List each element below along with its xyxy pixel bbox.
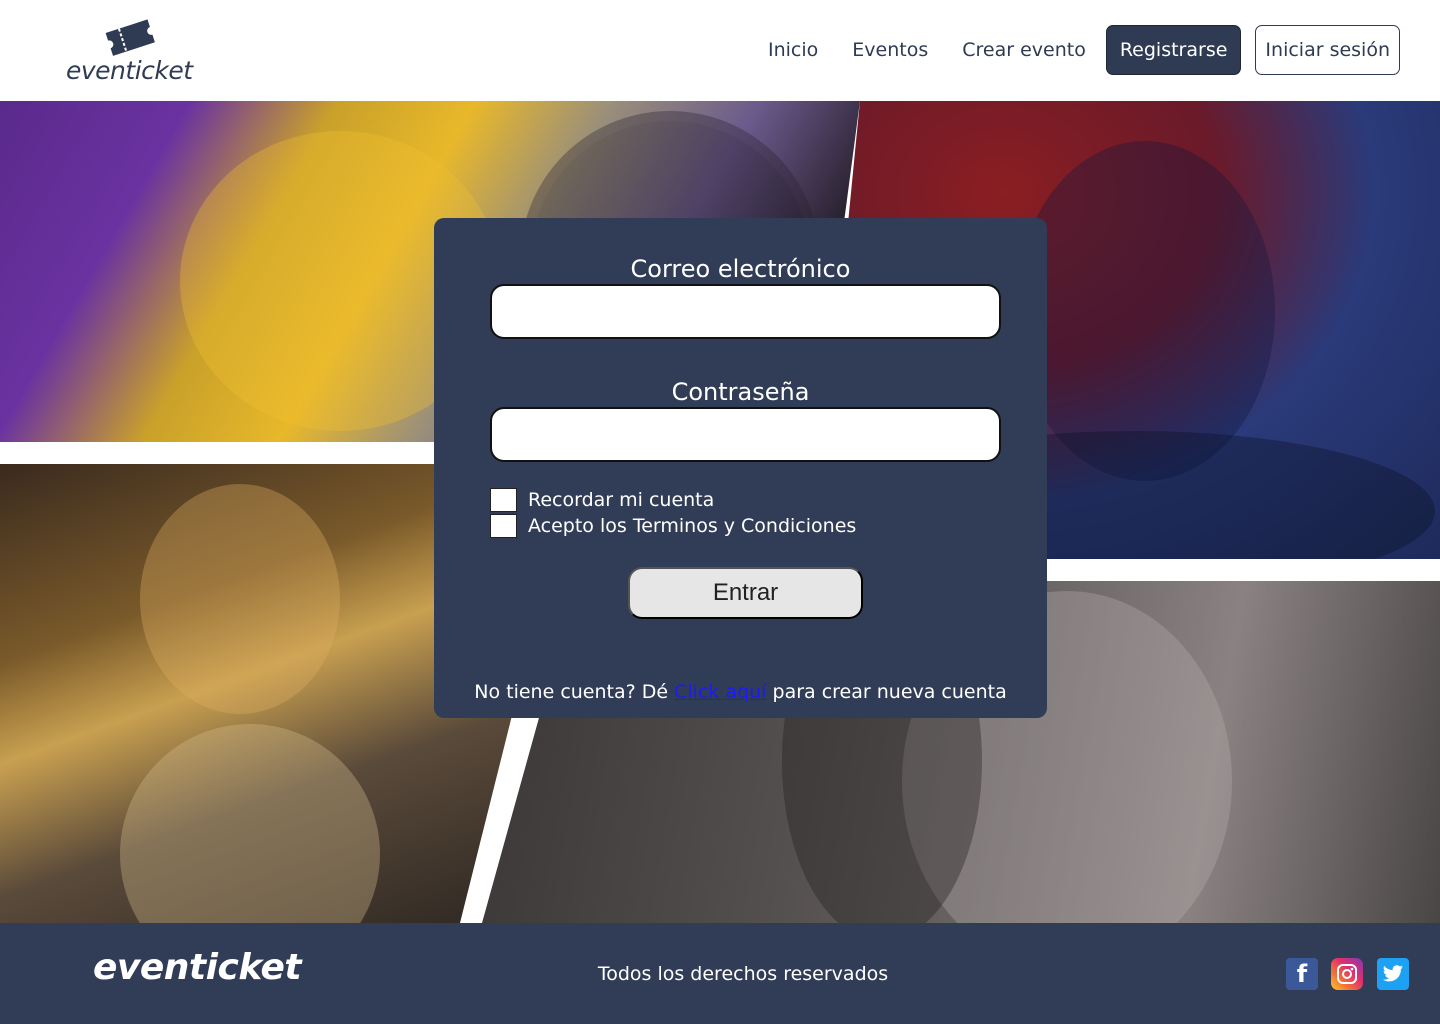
instagram-glyph [1337,964,1357,984]
remember-row[interactable]: Recordar mi cuenta [490,488,714,512]
login-button[interactable]: Iniciar sesión [1255,25,1400,75]
signup-prompt: No tiene cuenta? Dé Click aquí para crea… [434,681,1047,703]
email-label: Correo electrónico [630,255,851,283]
register-button[interactable]: Registrarse [1105,25,1242,75]
photo-shape [140,484,340,714]
signup-prefix: No tiene cuenta? Dé [474,681,675,703]
signup-suffix: para crear nueva cuenta [766,681,1007,703]
nav-crear-evento[interactable]: Crear evento [962,39,1086,61]
terms-label: Acepto los Terminos y Condiciones [528,515,857,537]
terms-row[interactable]: Acepto los Terminos y Condiciones [490,514,856,538]
eventicket-logo[interactable]: eventicket [66,16,196,86]
top-header: eventicket Inicio Eventos Crear evento R… [0,0,1440,101]
ticket-logo-icon [105,19,155,56]
page-footer: eventicket Todos los derechos reservados… [0,923,1440,1024]
submit-button[interactable]: Entrar [628,567,863,619]
remember-label: Recordar mi cuenta [528,489,715,511]
login-form: Correo electrónico Contraseña Recordar m… [434,218,1047,718]
photo-shape [1015,141,1275,481]
instagram-icon[interactable] [1331,958,1363,990]
nav-eventos[interactable]: Eventos [852,39,928,61]
twitter-glyph [1382,965,1404,982]
facebook-icon[interactable]: f [1286,958,1318,990]
password-field[interactable] [490,407,1001,462]
logo-text: eventicket [66,56,193,85]
copyright-text: Todos los derechos reservados [597,963,889,985]
email-field[interactable] [490,284,1001,339]
remember-checkbox[interactable] [490,488,517,512]
photo-shape [120,724,380,923]
password-label: Contraseña [671,378,810,406]
terms-checkbox[interactable] [490,514,517,538]
main-nav: Inicio Eventos Crear evento Registrarse … [768,25,1400,75]
nav-inicio[interactable]: Inicio [768,39,818,61]
signup-link[interactable]: Click aquí [674,681,766,703]
twitter-icon[interactable] [1377,958,1409,990]
